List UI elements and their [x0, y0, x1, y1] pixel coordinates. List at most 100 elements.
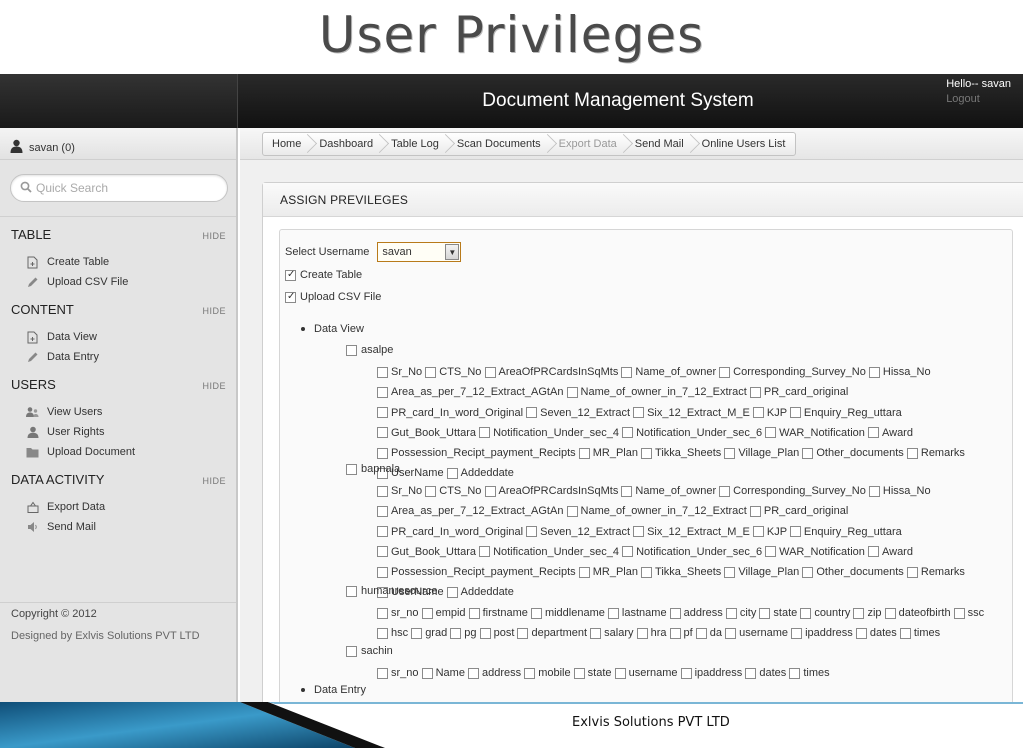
- column-checkbox[interactable]: [953, 607, 965, 619]
- hide-section-button[interactable]: HIDE: [202, 306, 226, 316]
- breadcrumb-send-mail[interactable]: Send Mail: [627, 133, 694, 155]
- column-checkbox[interactable]: [421, 667, 433, 679]
- create-table-checkbox[interactable]: [285, 269, 296, 281]
- column-checkbox[interactable]: [867, 427, 879, 439]
- column-checkbox[interactable]: [899, 627, 911, 639]
- column-checkbox[interactable]: [607, 607, 619, 619]
- table-checkbox[interactable]: [346, 344, 357, 356]
- column-checkbox[interactable]: [759, 607, 771, 619]
- column-checkbox[interactable]: [377, 546, 388, 558]
- column-checkbox[interactable]: [377, 566, 388, 578]
- hide-section-button[interactable]: HIDE: [202, 476, 226, 486]
- hide-section-button[interactable]: HIDE: [202, 381, 226, 391]
- column-checkbox[interactable]: [524, 667, 536, 679]
- column-checkbox[interactable]: [479, 627, 491, 639]
- column-checkbox[interactable]: [789, 407, 801, 419]
- column-checkbox[interactable]: [853, 607, 865, 619]
- column-checkbox[interactable]: [566, 505, 578, 517]
- column-checkbox[interactable]: [621, 366, 633, 378]
- column-checkbox[interactable]: [906, 566, 918, 578]
- breadcrumb-export-data[interactable]: Export Data: [551, 133, 627, 155]
- column-checkbox[interactable]: [725, 607, 737, 619]
- column-checkbox[interactable]: [669, 627, 681, 639]
- table-checkbox[interactable]: [346, 585, 357, 597]
- column-checkbox[interactable]: [421, 607, 433, 619]
- table-checkbox[interactable]: [346, 463, 357, 475]
- column-checkbox[interactable]: [633, 526, 645, 538]
- column-checkbox[interactable]: [377, 485, 388, 497]
- column-checkbox[interactable]: [578, 447, 590, 459]
- column-checkbox[interactable]: [749, 386, 761, 398]
- logout-link[interactable]: Logout: [946, 93, 1011, 105]
- upload-csv-checkbox[interactable]: [285, 291, 296, 303]
- breadcrumb-home[interactable]: Home: [263, 133, 311, 155]
- column-checkbox[interactable]: [802, 566, 814, 578]
- breadcrumb-dashboard[interactable]: Dashboard: [311, 133, 383, 155]
- column-checkbox[interactable]: [377, 447, 388, 459]
- column-checkbox[interactable]: [411, 627, 423, 639]
- column-checkbox[interactable]: [622, 427, 634, 439]
- column-checkbox[interactable]: [800, 607, 812, 619]
- column-checkbox[interactable]: [622, 546, 634, 558]
- column-checkbox[interactable]: [802, 447, 814, 459]
- column-checkbox[interactable]: [377, 407, 388, 419]
- sidebar-item-upload-csv-file[interactable]: Upload CSV File: [11, 272, 226, 292]
- sidebar-item-data-view[interactable]: Data View: [11, 327, 226, 347]
- column-checkbox[interactable]: [377, 427, 388, 439]
- column-checkbox[interactable]: [789, 526, 801, 538]
- sidebar-item-send-mail[interactable]: Send Mail: [11, 517, 226, 537]
- column-checkbox[interactable]: [752, 526, 764, 538]
- column-checkbox[interactable]: [614, 667, 626, 679]
- column-checkbox[interactable]: [377, 627, 388, 639]
- column-checkbox[interactable]: [867, 546, 879, 558]
- search-input[interactable]: [36, 181, 216, 195]
- column-checkbox[interactable]: [765, 427, 777, 439]
- column-checkbox[interactable]: [566, 386, 578, 398]
- column-checkbox[interactable]: [590, 627, 602, 639]
- column-checkbox[interactable]: [377, 505, 388, 517]
- chevron-down-icon[interactable]: ▼: [445, 244, 460, 260]
- sidebar-item-upload-document[interactable]: Upload Document: [11, 442, 226, 462]
- column-checkbox[interactable]: [745, 667, 757, 679]
- sidebar-item-view-users[interactable]: View Users: [11, 402, 226, 422]
- column-checkbox[interactable]: [669, 607, 681, 619]
- column-checkbox[interactable]: [450, 627, 462, 639]
- column-checkbox[interactable]: [636, 627, 648, 639]
- column-checkbox[interactable]: [526, 526, 538, 538]
- column-checkbox[interactable]: [425, 366, 437, 378]
- column-checkbox[interactable]: [517, 627, 529, 639]
- column-checkbox[interactable]: [680, 667, 692, 679]
- breadcrumb-scan-documents[interactable]: Scan Documents: [449, 133, 551, 155]
- column-checkbox[interactable]: [868, 485, 880, 497]
- column-checkbox[interactable]: [621, 485, 633, 497]
- column-checkbox[interactable]: [868, 366, 880, 378]
- column-checkbox[interactable]: [719, 485, 731, 497]
- column-checkbox[interactable]: [906, 447, 918, 459]
- column-checkbox[interactable]: [855, 627, 867, 639]
- column-checkbox[interactable]: [425, 485, 437, 497]
- column-checkbox[interactable]: [526, 407, 538, 419]
- column-checkbox[interactable]: [377, 607, 388, 619]
- column-checkbox[interactable]: [468, 607, 480, 619]
- column-checkbox[interactable]: [377, 366, 388, 378]
- sidebar-item-export-data[interactable]: Export Data: [11, 497, 226, 517]
- quick-search[interactable]: [10, 174, 228, 202]
- hide-section-button[interactable]: HIDE: [202, 231, 226, 241]
- column-checkbox[interactable]: [719, 366, 731, 378]
- username-label[interactable]: savan (0): [29, 142, 75, 154]
- column-checkbox[interactable]: [468, 667, 479, 679]
- column-checkbox[interactable]: [765, 546, 777, 558]
- column-checkbox[interactable]: [484, 485, 496, 497]
- sidebar-item-data-entry[interactable]: Data Entry: [11, 347, 226, 367]
- column-checkbox[interactable]: [479, 546, 491, 558]
- sidebar-item-user-rights[interactable]: User Rights: [11, 422, 226, 442]
- column-checkbox[interactable]: [479, 427, 491, 439]
- column-checkbox[interactable]: [377, 386, 388, 398]
- column-checkbox[interactable]: [724, 447, 736, 459]
- column-checkbox[interactable]: [641, 447, 653, 459]
- column-checkbox[interactable]: [884, 607, 896, 619]
- column-checkbox[interactable]: [749, 505, 761, 517]
- column-checkbox[interactable]: [789, 667, 801, 679]
- column-checkbox[interactable]: [725, 627, 737, 639]
- column-checkbox[interactable]: [573, 667, 585, 679]
